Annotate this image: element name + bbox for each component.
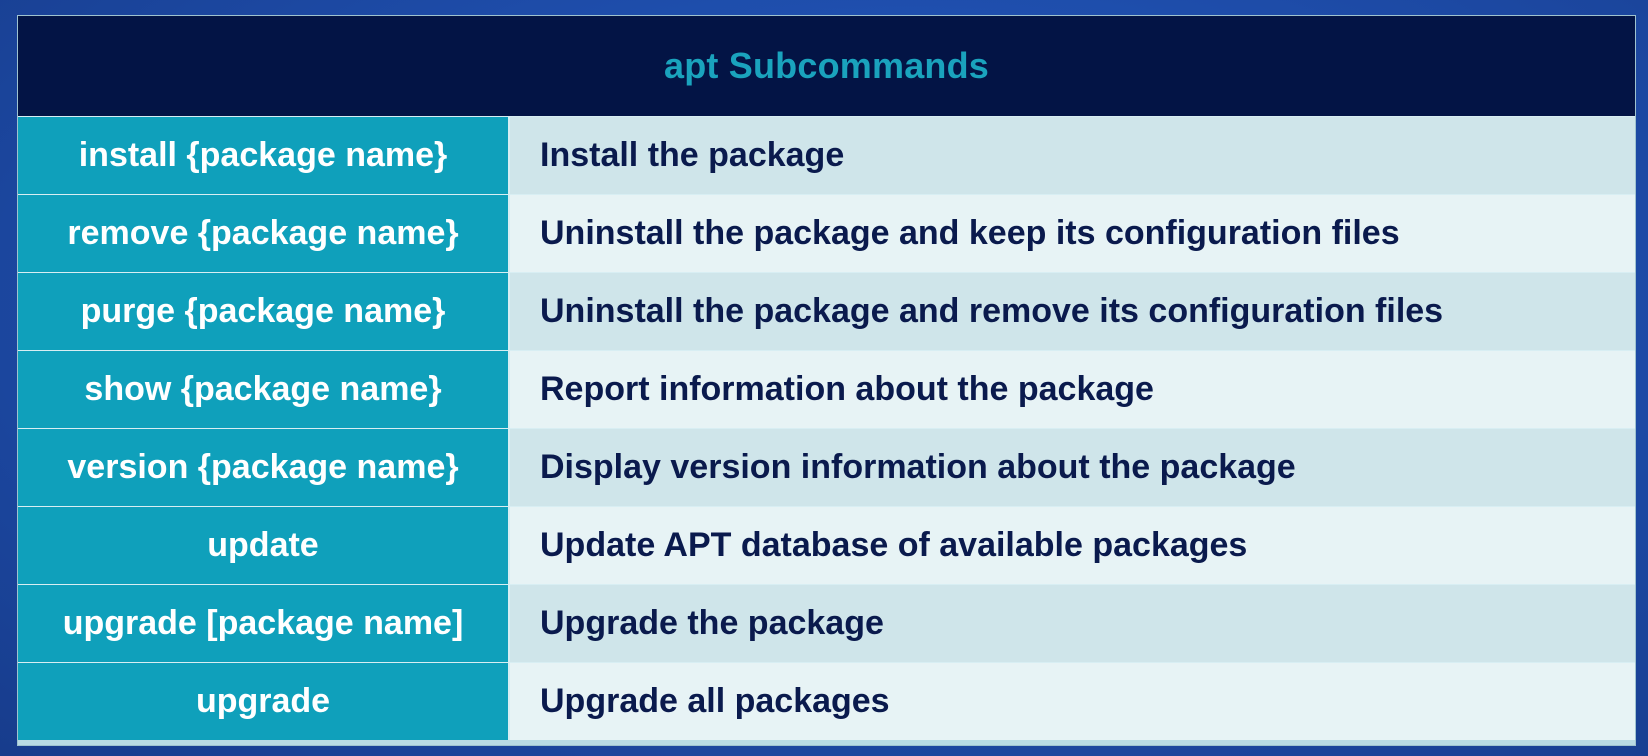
command-cell: purge {package name} bbox=[18, 273, 510, 350]
table-row: upgrade Upgrade all packages bbox=[18, 662, 1635, 740]
table-row: install {package name} Install the packa… bbox=[18, 116, 1635, 194]
description-cell: Report information about the package bbox=[510, 351, 1635, 428]
table-row: purge {package name} Uninstall the packa… bbox=[18, 272, 1635, 350]
table-header: apt Subcommands bbox=[18, 16, 1635, 116]
table-body: install {package name} Install the packa… bbox=[18, 116, 1635, 740]
subcommands-table: apt Subcommands install {package name} I… bbox=[17, 15, 1636, 746]
command-cell: remove {package name} bbox=[18, 195, 510, 272]
command-cell: show {package name} bbox=[18, 351, 510, 428]
description-cell: Uninstall the package and remove its con… bbox=[510, 273, 1635, 350]
command-cell: version {package name} bbox=[18, 429, 510, 506]
table-row: upgrade [package name] Upgrade the packa… bbox=[18, 584, 1635, 662]
command-cell: update bbox=[18, 507, 510, 584]
command-cell: install {package name} bbox=[18, 117, 510, 194]
table-row: show {package name} Report information a… bbox=[18, 350, 1635, 428]
table-row: version {package name} Display version i… bbox=[18, 428, 1635, 506]
command-cell: upgrade [package name] bbox=[18, 585, 510, 662]
table-title: apt Subcommands bbox=[663, 45, 990, 86]
description-cell: Upgrade all packages bbox=[510, 663, 1635, 740]
description-cell: Install the package bbox=[510, 117, 1635, 194]
description-cell: Upgrade the package bbox=[510, 585, 1635, 662]
description-cell: Update APT database of available package… bbox=[510, 507, 1635, 584]
description-cell: Uninstall the package and keep its confi… bbox=[510, 195, 1635, 272]
table-row: update Update APT database of available … bbox=[18, 506, 1635, 584]
table-row: remove {package name} Uninstall the pack… bbox=[18, 194, 1635, 272]
description-cell: Display version information about the pa… bbox=[510, 429, 1635, 506]
command-cell: upgrade bbox=[18, 663, 510, 740]
